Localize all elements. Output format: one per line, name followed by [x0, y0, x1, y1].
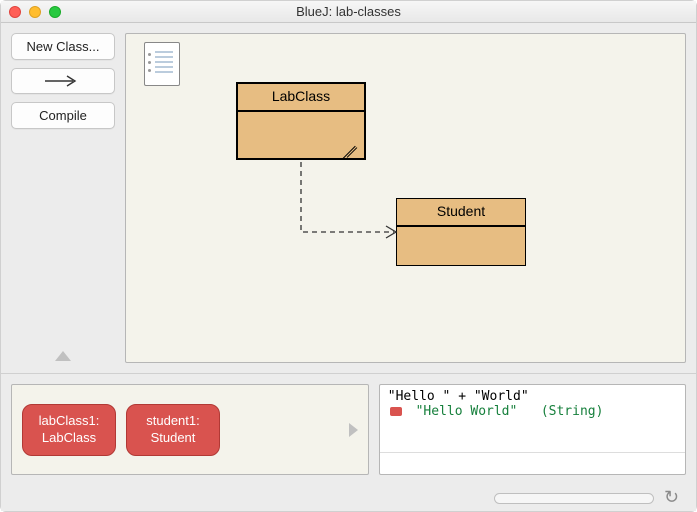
window-title: BlueJ: lab-classes [1, 4, 696, 19]
class-box-labclass[interactable]: LabClass [236, 82, 366, 160]
sidebar: New Class... Compile [11, 33, 115, 363]
object-type-label: Student [151, 430, 196, 446]
collapse-up-icon[interactable] [55, 351, 71, 361]
codepad-result-type: (String) [541, 404, 604, 419]
codepad-expression: "Hello " + "World" [388, 389, 677, 404]
expand-right-icon[interactable] [349, 423, 358, 437]
object-bench[interactable]: labClass1: LabClass student1: Student [11, 384, 369, 475]
object-name-label: labClass1: [39, 413, 100, 429]
class-box-student[interactable]: Student [396, 198, 526, 266]
status-bar: ↻ [1, 485, 696, 511]
codepad-input[interactable] [380, 452, 685, 474]
compile-button[interactable]: Compile [11, 102, 115, 129]
main-panel: New Class... Compile LabClass Student [1, 23, 696, 373]
new-class-button[interactable]: New Class... [11, 33, 115, 60]
object-name-label: student1: [146, 413, 200, 429]
reset-vm-icon[interactable]: ↻ [664, 490, 684, 506]
object-instance-labclass1[interactable]: labClass1: LabClass [22, 404, 116, 456]
object-instance-student1[interactable]: student1: Student [126, 404, 220, 456]
class-diagram-canvas[interactable]: LabClass Student [125, 33, 686, 363]
code-pad-output: "Hello " + "World" "Hello World" (String… [380, 385, 685, 452]
code-pad[interactable]: "Hello " + "World" "Hello World" (String… [379, 384, 686, 475]
readme-document-icon[interactable] [144, 42, 180, 86]
class-name-label: LabClass [238, 84, 364, 112]
arrow-right-icon [43, 75, 83, 87]
progress-bar [494, 493, 654, 504]
bottom-panel: labClass1: LabClass student1: Student "H… [1, 373, 696, 485]
window-titlebar: BlueJ: lab-classes [1, 1, 696, 23]
inheritance-arrow-tool-button[interactable] [11, 68, 115, 94]
uncompiled-stripes-icon [342, 140, 360, 154]
object-type-label: LabClass [42, 430, 96, 446]
result-object-chip-icon[interactable] [390, 407, 402, 416]
class-name-label: Student [397, 199, 525, 227]
codepad-result-value: "Hello World" [416, 404, 518, 419]
